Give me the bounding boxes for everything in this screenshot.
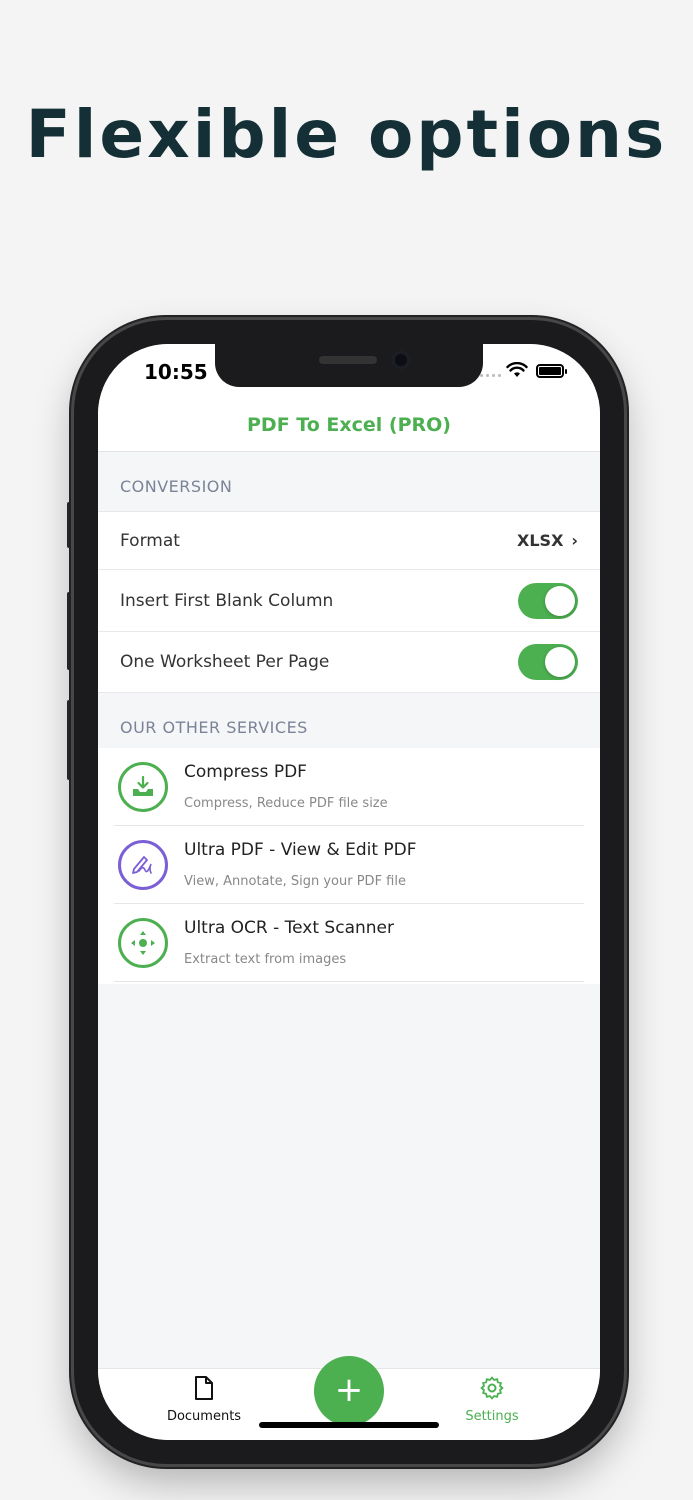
home-indicator [259, 1422, 439, 1428]
service-ultra-ocr[interactable]: Ultra OCR - Text Scanner Extract text fr… [114, 904, 584, 982]
scan-arrows-icon [118, 918, 168, 968]
format-value: XLSX [517, 531, 564, 550]
compress-download-icon [118, 762, 168, 812]
service-description: Extract text from images [184, 952, 347, 967]
nav-title: PDF To Excel (PRO) [247, 414, 451, 436]
mute-switch [67, 502, 72, 548]
services-list: Compress PDF Compress, Reduce PDF file s… [98, 748, 600, 984]
gear-icon [480, 1376, 504, 1400]
front-camera [391, 350, 411, 370]
status-time: 10:55 [144, 360, 208, 384]
notch [215, 344, 483, 387]
worksheet-toggle[interactable] [518, 644, 578, 680]
tab-settings[interactable]: Settings [432, 1375, 552, 1424]
tab-documents[interactable]: Documents [144, 1375, 264, 1424]
format-label: Format [120, 530, 180, 551]
tab-documents-label: Documents [166, 1409, 242, 1424]
tab-settings-label: Settings [465, 1409, 519, 1424]
service-description: Compress, Reduce PDF file size [184, 796, 388, 811]
blank-column-label: Insert First Blank Column [120, 590, 334, 611]
phone-frame: 10:55 PDF To Excel (PRO) CONVERSION Form… [74, 320, 624, 1464]
service-name: Compress PDF [184, 762, 307, 782]
add-document-button[interactable]: + [314, 1356, 384, 1426]
signal-dots-icon [480, 374, 501, 377]
worksheet-row: One Worksheet Per Page [98, 631, 600, 693]
worksheet-label: One Worksheet Per Page [120, 652, 330, 672]
blank-column-toggle[interactable] [518, 582, 578, 619]
document-icon [195, 1376, 213, 1400]
chevron-right-icon: › [571, 531, 578, 550]
speaker-grille [319, 356, 377, 364]
wifi-icon [506, 362, 528, 377]
section-header-services: OUR OTHER SERVICES [98, 693, 600, 748]
volume-up-button [67, 592, 72, 670]
headline: Flexible options [25, 96, 668, 173]
nav-bar: PDF To Excel (PRO) [98, 404, 600, 452]
battery-icon [536, 364, 567, 378]
format-row[interactable]: Format XLSX › [98, 511, 600, 569]
power-button [624, 622, 629, 750]
service-compress-pdf[interactable]: Compress PDF Compress, Reduce PDF file s… [114, 748, 584, 826]
service-description: View, Annotate, Sign your PDF file [184, 874, 406, 889]
service-name: Ultra PDF - View & Edit PDF [184, 840, 417, 860]
volume-down-button [67, 700, 72, 780]
blank-column-row: Insert First Blank Column [98, 569, 600, 631]
section-header-conversion: CONVERSION [98, 452, 600, 511]
phone-screen: 10:55 PDF To Excel (PRO) CONVERSION Form… [98, 344, 600, 1440]
service-ultra-pdf[interactable]: Ultra PDF - View & Edit PDF View, Annota… [114, 826, 584, 904]
signature-pen-icon [118, 840, 168, 890]
service-name: Ultra OCR - Text Scanner [184, 918, 394, 938]
